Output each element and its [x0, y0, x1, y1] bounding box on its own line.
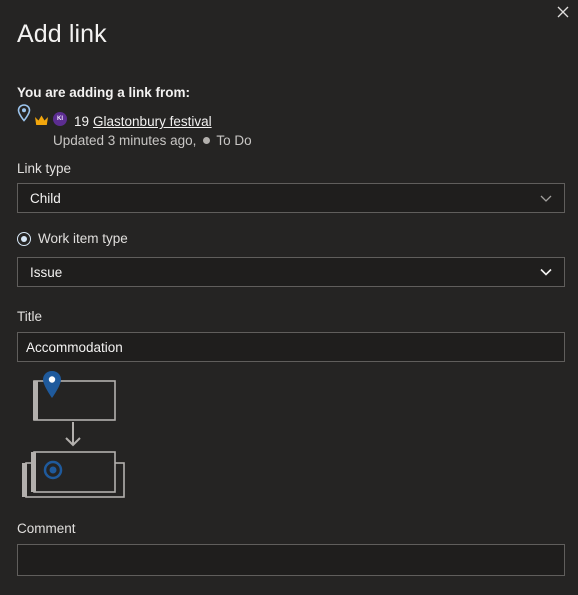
source-item-link[interactable]: Glastonbury festival — [93, 114, 212, 129]
source-meta: Updated 3 minutes ago, To Do — [53, 133, 252, 148]
comment-label: Comment — [17, 521, 76, 536]
work-item-type-label: Work item type — [38, 231, 128, 246]
chevron-down-icon — [540, 195, 552, 202]
updated-text: Updated 3 minutes ago, — [53, 133, 197, 148]
link-type-label: Link type — [17, 161, 72, 176]
work-item-type-option[interactable]: Work item type — [17, 231, 128, 246]
close-button[interactable] — [554, 3, 572, 21]
source-item-id: 19 — [74, 114, 90, 129]
close-icon — [557, 6, 569, 18]
title-input[interactable]: Accommodation — [17, 332, 565, 362]
map-pin-icon — [17, 104, 31, 122]
work-item-type-radio[interactable] — [17, 231, 31, 246]
crown-icon — [35, 115, 48, 125]
state-dot-icon — [203, 137, 211, 144]
link-type-value: Child — [30, 190, 61, 206]
comment-input[interactable] — [17, 544, 565, 576]
parent-marker-icon — [43, 371, 61, 398]
source-heading: You are adding a link from: — [17, 85, 191, 100]
title-label: Title — [17, 309, 43, 324]
source-item: KI 19 Glastonbury festival — [17, 104, 212, 129]
dialog-title: Add link — [17, 20, 107, 48]
work-item-type-dropdown[interactable]: Issue — [17, 257, 565, 287]
title-value: Accommodation — [26, 339, 123, 355]
avatar: KI — [53, 112, 67, 126]
state-text: To Do — [216, 133, 252, 148]
chevron-down-icon — [540, 268, 552, 276]
work-item-type-value: Issue — [30, 264, 63, 280]
parent-child-link-diagram — [22, 371, 125, 498]
link-type-dropdown[interactable]: Child — [17, 183, 565, 213]
